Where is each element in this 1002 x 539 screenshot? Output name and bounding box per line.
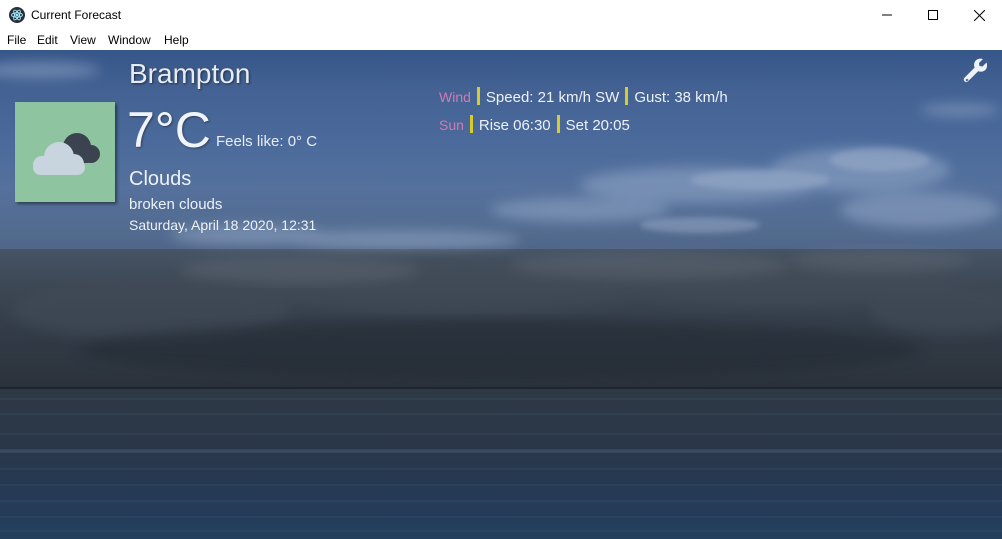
window-title: Current Forecast xyxy=(31,8,122,22)
separator xyxy=(469,115,473,133)
separator xyxy=(625,87,629,105)
wind-label: Wind xyxy=(439,89,471,105)
wind-gust: Gust: 38 km/h xyxy=(634,89,728,106)
menu-window[interactable]: Window xyxy=(108,32,151,48)
horizon-line xyxy=(0,387,1002,389)
menu-edit[interactable]: Edit xyxy=(37,32,58,48)
menu-file[interactable]: File xyxy=(7,32,26,48)
title-bar: Current Forecast xyxy=(0,0,1002,30)
weather-condition: Clouds xyxy=(129,168,192,190)
weather-icon-tile xyxy=(15,102,115,202)
feels-like: Feels like: 0° C xyxy=(216,133,318,150)
maximize-button[interactable] xyxy=(910,0,956,30)
weather-description: broken clouds xyxy=(129,196,223,213)
wind-speed: Speed: 21 km/h SW xyxy=(485,89,620,106)
broken-clouds-icon xyxy=(33,133,100,175)
sun-label: Sun xyxy=(439,117,464,133)
electron-app-icon xyxy=(9,7,25,23)
observation-datetime: Saturday, April 18 2020, 12:31 xyxy=(129,217,317,233)
menu-bar: File Edit View Window Help xyxy=(0,30,1002,50)
minimize-button[interactable] xyxy=(864,0,910,30)
maximize-icon xyxy=(928,10,938,20)
menu-view[interactable]: View xyxy=(70,32,96,48)
separator xyxy=(476,87,480,105)
close-button[interactable] xyxy=(956,0,1002,30)
menu-help[interactable]: Help xyxy=(164,32,189,48)
sunrise: Rise 06:30 xyxy=(478,117,551,134)
sun-row: Sun Rise 06:30 Set 20:05 xyxy=(439,115,630,135)
wrench-icon xyxy=(963,58,988,83)
forecast-content: Brampton 7°C Feels like: 0° C Clouds bro… xyxy=(0,50,1002,539)
city-name: Brampton xyxy=(129,58,251,89)
settings-button[interactable] xyxy=(960,56,990,86)
close-icon xyxy=(973,9,985,21)
sunset: Set 20:05 xyxy=(565,117,630,134)
sea-waves xyxy=(0,398,1002,532)
separator xyxy=(556,115,560,133)
wind-row: Wind Speed: 21 km/h SW Gust: 38 km/h xyxy=(439,87,728,107)
temperature: 7°C xyxy=(127,102,211,158)
minimize-icon xyxy=(882,14,892,16)
